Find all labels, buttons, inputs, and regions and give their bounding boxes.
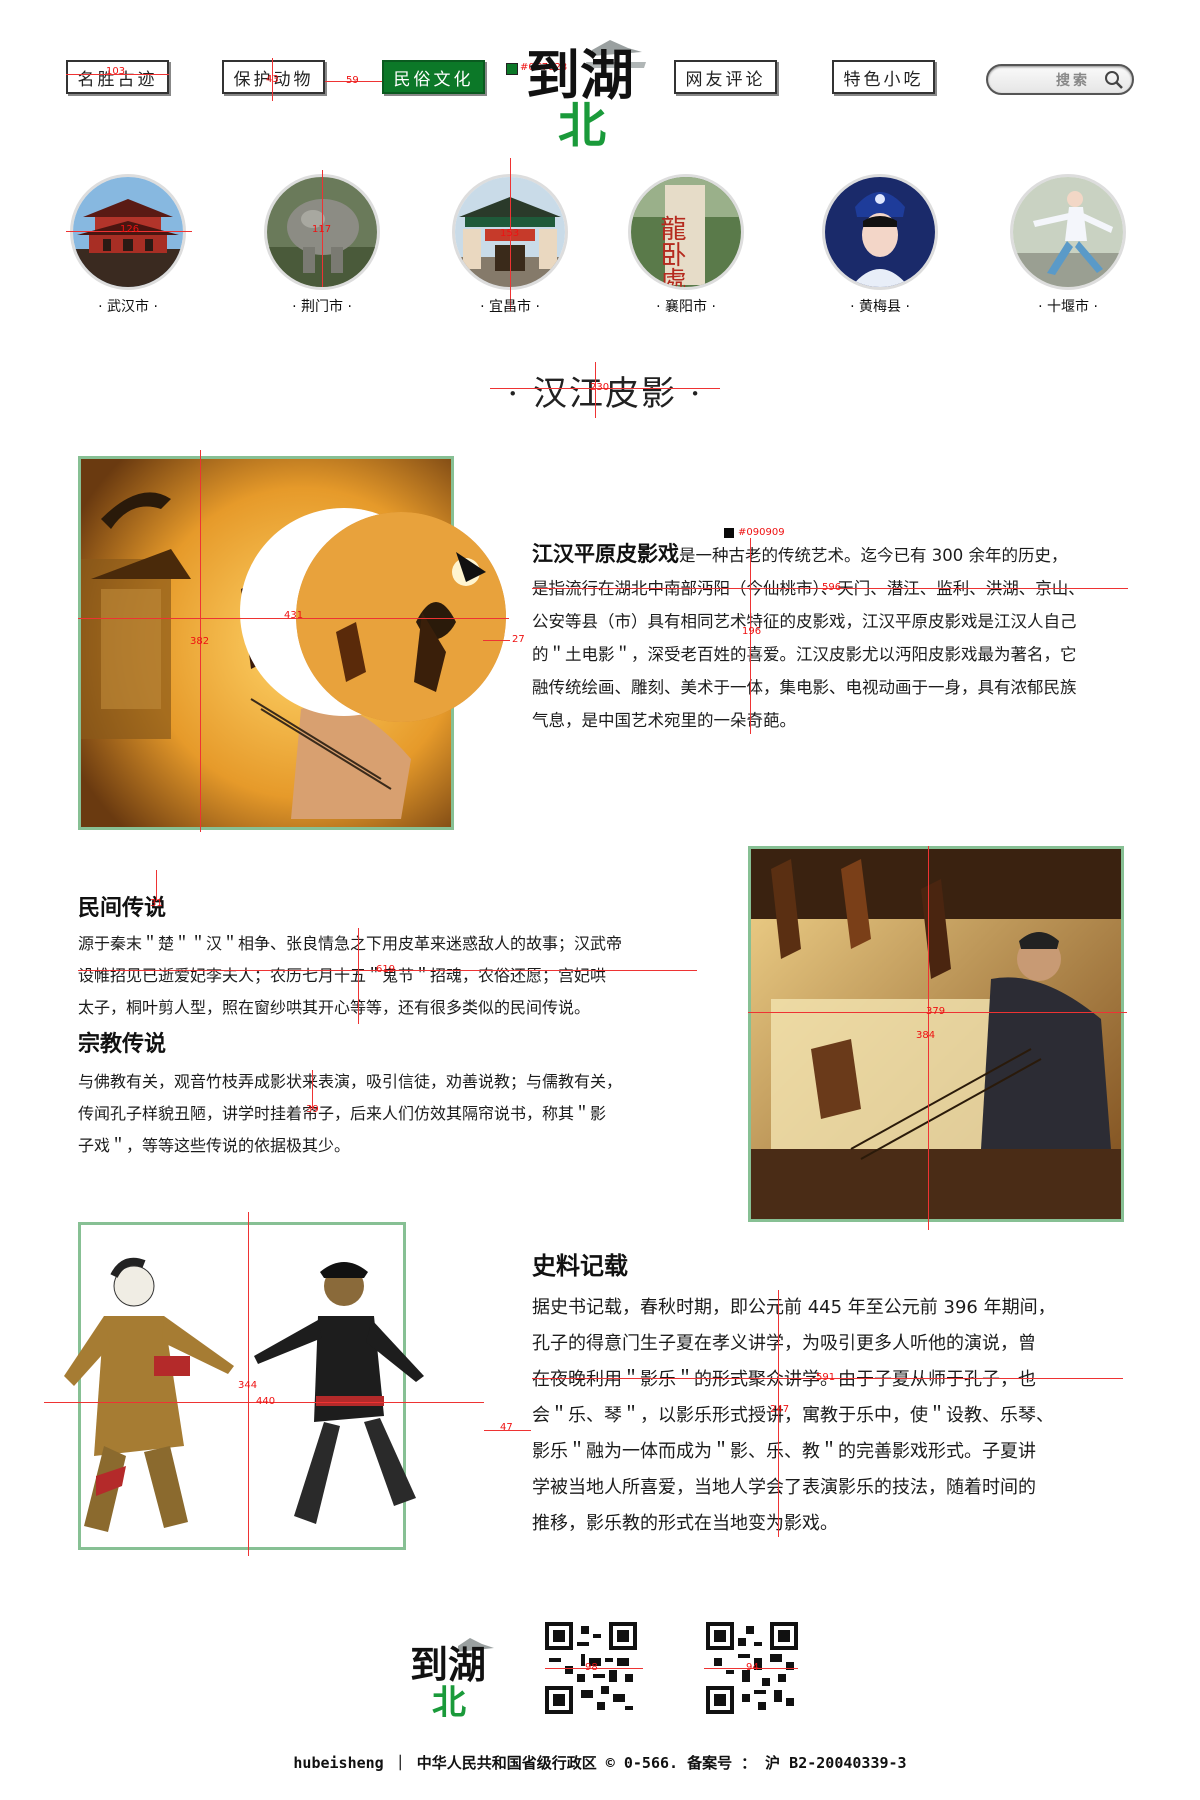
religion-paragraph: 与佛教有关，观音竹枝弄成影状来表演，吸引信徒，劝善说教；与儒教有关， 传闻孔子样… (78, 1066, 700, 1162)
spec-label: #090909 (738, 527, 785, 538)
spec-line (156, 870, 157, 901)
spec-label: 27 (512, 634, 525, 645)
city-label-huangmei[interactable]: · 黄梅县 · (810, 296, 950, 316)
history-line-1: 据史书记载，春秋时期，即公元前 445 年至公元前 396 年期间， (532, 1297, 1056, 1318)
spec-label: 196 (742, 626, 762, 637)
intro-line-4: 的＂土电影＂，深受老百姓的喜爱。江汉皮影尤以沔阳皮影戏最为著名，它 (532, 645, 1077, 664)
history-line-7: 推移，影乐教的形式在当地变为影戏。 (532, 1513, 838, 1534)
search-icon[interactable] (1104, 70, 1124, 90)
svg-text:北: 北 (432, 1683, 466, 1718)
history-line-5: 影乐＂融为一体而成为＂影、乐、教＂的完善影戏形式。子夏讲 (532, 1441, 1036, 1462)
spec-label: 619 (376, 964, 396, 975)
color-swatch (506, 63, 518, 75)
nav-item-comments[interactable]: 网友评论 (674, 60, 777, 94)
religion-heading: 宗教传说 (78, 1032, 167, 1057)
history-line-4: 会＂乐、琴＂，以影乐形式授讲，寓教于乐中，使＂设教、乐琴、 (532, 1405, 1054, 1426)
religion-line-2: 传闻孔子样貌丑陋，讲学时挂着帘子，后来人们仿效其隔帘说书，称其＂影 (78, 1104, 607, 1123)
spec-label: 98 (585, 1662, 598, 1673)
city-label-wuhan[interactable]: · 武汉市 · (58, 296, 198, 316)
intro-line-1: 江汉平原皮影戏是一种古老的传统艺术。迄今已有 300 余年的历史， (532, 542, 1068, 566)
intro-paragraph: 江汉平原皮影戏是一种古老的传统艺术。迄今已有 300 余年的历史， 是指流行在湖… (532, 538, 1132, 737)
spec-label: 94 (746, 1662, 759, 1673)
religion-line-1: 与佛教有关，观音竹枝弄成影状来表演，吸引信徒，劝善说教；与儒教有关， (78, 1072, 623, 1091)
search-label: 搜索 (1056, 72, 1090, 89)
folk-line-1: 源于秦末＂楚＂＂汉＂相争、张良情急之下用皮革来迷惑敌人的故事；汉武帝 (78, 934, 623, 953)
spec-label: 31 (150, 898, 163, 909)
svg-text:北: 北 (558, 98, 606, 152)
intro-line-6: 气息，是中国艺术宛里的一朵奇葩。 (532, 711, 796, 730)
spec-label: 591 (816, 1372, 836, 1383)
city-label-jingmen[interactable]: · 荆门市 · (252, 296, 392, 316)
spec-label: 39 (306, 1104, 319, 1115)
city-shiyan-image[interactable] (1010, 174, 1126, 290)
history-line-2: 孔子的得意门生子夏在孝义讲学，为吸引更多人听他的演说，曾 (532, 1333, 1036, 1354)
folk-paragraph: 源于秦末＂楚＂＂汉＂相争、张良情急之下用皮革来迷惑敌人的故事；汉武帝 设帷招见已… (78, 928, 700, 1024)
svg-text:到湖: 到湖 (410, 1642, 486, 1687)
nav-item-folk-culture[interactable]: 民俗文化 (382, 60, 485, 94)
spec-label: 117 (312, 224, 332, 235)
spec-label: 344 (238, 1380, 258, 1391)
intro-lead: 江汉平原皮影戏 (532, 542, 679, 566)
spec-label: 230 (590, 382, 610, 393)
spec-line (595, 362, 596, 418)
spec-label: 379 (926, 1006, 946, 1017)
shadow-play-puppeteer-image (748, 846, 1124, 1222)
spec-label: 47 (500, 1422, 513, 1433)
city-huangmei-image[interactable] (822, 174, 938, 290)
city-label-yichang[interactable]: · 宜昌市 · (440, 296, 580, 316)
nav-item-snacks[interactable]: 特色小吃 (832, 60, 935, 94)
spec-label: 596 (822, 582, 842, 593)
spec-label: 440 (256, 1396, 276, 1407)
intro-line-3: 公安等县（市）具有相同艺术特征的皮影戏，江汉平原皮影戏是江汉人自己 (532, 612, 1077, 631)
history-heading: 史料记载 (532, 1252, 628, 1280)
city-xiangyang-image[interactable]: 龍卧處 (628, 174, 744, 290)
moon-shadow-circle (296, 512, 506, 722)
city-label-shiyan[interactable]: · 十堰市 · (998, 296, 1138, 316)
spec-line (483, 640, 510, 641)
site-logo[interactable]: 到湖 北 (522, 22, 652, 154)
search-box[interactable]: 搜索 (986, 64, 1134, 95)
footer-logo[interactable]: 到湖 北 (408, 1626, 500, 1723)
history-line-6: 学被当地人所喜爱，当地人学会了表演影乐的技法，随着时间的 (532, 1477, 1036, 1498)
city-label-xiangyang[interactable]: · 襄阳市 · (616, 296, 756, 316)
spec-label: 431 (284, 610, 304, 621)
spec-label: 382 (190, 636, 210, 647)
religion-line-3: 子戏＂，等等这些传说的依据极其少。 (78, 1136, 351, 1155)
spec-label: 384 (916, 1030, 936, 1041)
intro-line-5: 融传统绘画、雕刻、美术于一体，集电影、电视动画于一身，具有浓郁民族 (532, 678, 1077, 697)
spec-label: 43 (266, 74, 279, 85)
spec-label: 126 (120, 224, 140, 235)
spec-label: 103 (106, 66, 126, 77)
svg-text:龍卧處: 龍卧處 (656, 215, 686, 287)
history-paragraph: 据史书记载，春秋时期，即公元前 445 年至公元前 396 年期间， 孔子的得意… (532, 1290, 1132, 1542)
spec-label: 59 (346, 75, 359, 86)
spec-label: 247 (770, 1404, 790, 1415)
spec-line (358, 928, 359, 1024)
folk-line-3: 太子，桐叶剪人型，照在窗纱哄其开心等等，还有很多类似的民间传说。 (78, 998, 591, 1017)
footer-text: hubeisheng ｜ 中华人民共和国省级行政区 © 0-566. 备案号 ：… (293, 1754, 907, 1772)
color-swatch (724, 528, 734, 538)
spec-label: 153 (500, 228, 520, 239)
